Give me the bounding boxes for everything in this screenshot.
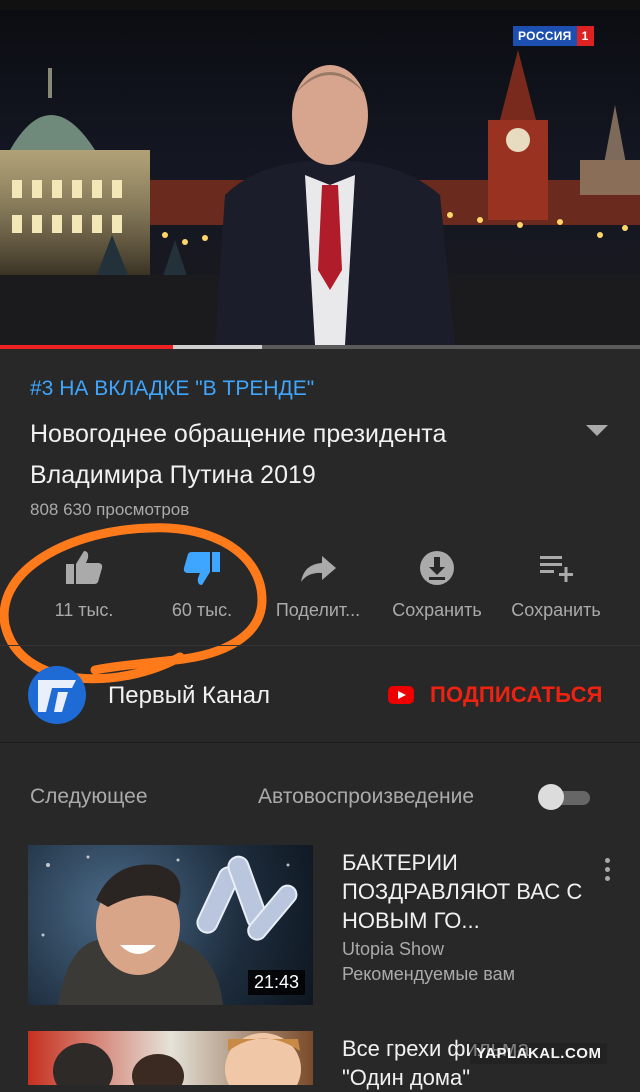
up-next-label: Следующее <box>30 785 148 808</box>
share-icon <box>301 556 336 582</box>
first-channel-logo-icon <box>38 680 76 712</box>
expand-description-icon[interactable] <box>583 421 611 441</box>
channel-avatar[interactable] <box>28 666 86 724</box>
share-button[interactable]: Поделит... <box>266 548 370 628</box>
autoplay-label: Автовоспроизведение <box>258 785 475 808</box>
share-label: Поделит... <box>275 600 361 620</box>
save-label: Сохранить <box>511 600 601 620</box>
video-title: Новогоднее обращение президента Владимир… <box>30 420 447 489</box>
video-thumbnail[interactable] <box>28 1031 313 1085</box>
section-divider <box>0 645 640 646</box>
thumbnail-image <box>53 1033 301 1085</box>
dislike-count: 60 тыс. <box>171 600 233 620</box>
progress-buffered <box>172 345 263 349</box>
trending-badge[interactable]: #3 НА ВКЛАДКЕ "В ТРЕНДЕ" <box>30 377 314 401</box>
like-count: 11 тыс. <box>54 600 114 620</box>
video-progress-bar[interactable] <box>0 345 640 349</box>
video-item-meta: Рекомендуемые вам <box>342 964 516 984</box>
channel-watermark-logo: РОССИЯ 1 <box>513 26 594 46</box>
channel-name[interactable]: Первый Канал <box>108 682 270 710</box>
dislike-button[interactable]: 60 тыс. <box>160 548 244 628</box>
more-options-icon[interactable] <box>600 858 614 886</box>
download-button[interactable]: Сохранить <box>384 548 490 628</box>
thumbs-down-icon <box>183 552 220 585</box>
download-icon <box>420 551 454 585</box>
video-player[interactable]: РОССИЯ 1 <box>0 10 640 345</box>
video-duration: 21:43 <box>247 970 305 995</box>
view-count: 808 630 просмотров <box>30 500 190 519</box>
like-button[interactable]: 11 тыс. <box>44 548 124 628</box>
autoplay-toggle[interactable] <box>538 784 590 810</box>
video-thumbnail[interactable]: 21:43 <box>28 845 313 1005</box>
video-frame <box>0 50 640 345</box>
download-label: Сохранить <box>392 600 482 620</box>
subscribe-label: ПОДПИСАТЬСЯ <box>430 682 603 707</box>
video-item-title[interactable]: БАКТЕРИИ ПОЗДРАВЛЯЮТ ВАС С НОВЫМ ГО... <box>342 848 587 935</box>
toggle-knob <box>538 784 564 810</box>
video-item-channel: Utopia Show <box>342 939 445 959</box>
youtube-icon <box>388 686 414 704</box>
section-divider <box>0 742 640 743</box>
save-to-playlist-button[interactable]: Сохранить <box>502 548 610 628</box>
subscribe-button[interactable]: ПОДПИСАТЬСЯ <box>388 682 603 708</box>
progress-played <box>0 345 173 349</box>
thumbs-up-icon <box>66 551 103 584</box>
status-strip <box>0 0 640 10</box>
add-to-playlist-icon <box>540 556 573 582</box>
site-watermark: YAPLAKAL.COM <box>470 1043 608 1064</box>
